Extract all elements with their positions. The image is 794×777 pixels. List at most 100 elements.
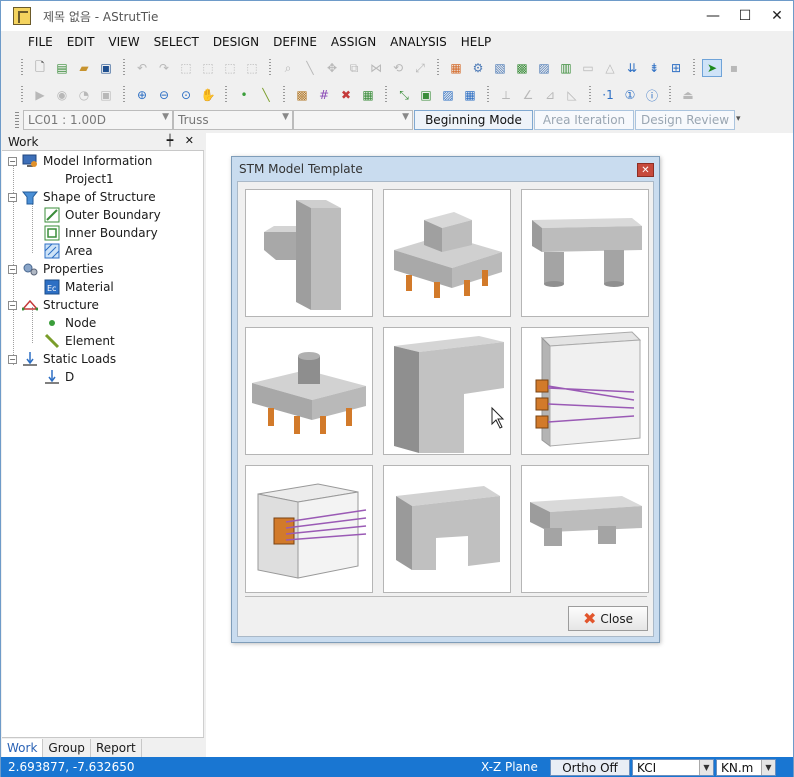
collapse-icon[interactable]: − (8, 156, 17, 166)
third-select[interactable]: ▼ (293, 110, 413, 130)
rotate-icon[interactable]: ⟲ (388, 59, 408, 77)
template-anchor-block[interactable] (245, 465, 373, 593)
support-icon[interactable]: △ (600, 59, 620, 77)
inner-boundary-tool-icon[interactable]: ▣ (416, 86, 436, 104)
close-window-button[interactable]: ✕ (761, 1, 793, 31)
menu-help[interactable]: HELP (454, 35, 499, 49)
tab-work[interactable]: Work (2, 738, 44, 757)
section-icon[interactable]: ▨ (534, 59, 554, 77)
tree-item-properties[interactable]: − Properties (8, 260, 104, 278)
node-number-icon[interactable]: ·1 (598, 86, 618, 104)
menu-define[interactable]: DEFINE (266, 35, 324, 49)
template-anchorage-zone[interactable] (521, 327, 649, 455)
measure-icon[interactable]: ⊿ (540, 86, 560, 104)
delete-mesh-icon[interactable]: ✖ (336, 86, 356, 104)
element-number-icon[interactable]: ① (620, 86, 640, 104)
tab-report[interactable]: Report (91, 738, 142, 757)
menu-analysis[interactable]: ANALYSIS (383, 35, 454, 49)
tree-item-static-loads[interactable]: − Static Loads (8, 350, 116, 368)
template-pile-cap-column[interactable] (245, 327, 373, 455)
model-type-select[interactable]: Truss ▼ (173, 110, 293, 130)
info-icon[interactable]: ⓘ (642, 86, 662, 104)
template-l-joint[interactable] (383, 327, 511, 455)
grid-icon[interactable]: ⊞ (666, 59, 686, 77)
triangle-icon[interactable]: ◺ (562, 86, 582, 104)
material-db-icon[interactable]: ▩ (512, 59, 532, 77)
settings-gear-icon[interactable]: ⚙ (468, 59, 488, 77)
redo-icon[interactable]: ↷ (154, 59, 174, 77)
select-window-icon[interactable]: ⬚ (176, 59, 196, 77)
menu-select[interactable]: SELECT (147, 35, 206, 49)
new-file-icon[interactable]: 🗋 (30, 59, 50, 77)
undo-icon[interactable]: ↶ (132, 59, 152, 77)
truss-gen-icon[interactable]: ▥ (556, 59, 576, 77)
toolbar-grip[interactable] (19, 86, 25, 104)
node-draw-icon[interactable]: • (234, 86, 254, 104)
angle-icon[interactable]: ∠ (518, 86, 538, 104)
select-all-icon[interactable]: ⬚ (242, 59, 262, 77)
area-tool-icon[interactable]: ▨ (438, 86, 458, 104)
tree-item-inner-boundary[interactable]: Inner Boundary (44, 224, 158, 242)
save-icon[interactable]: ▣ (96, 59, 116, 77)
select-box-icon[interactable]: ⬚ (220, 59, 240, 77)
run-analysis-icon[interactable]: ▶ (30, 86, 50, 104)
check-icon[interactable]: ◉ (52, 86, 72, 104)
combo-grip[interactable] (15, 112, 19, 128)
toolbar-grip[interactable] (19, 59, 25, 77)
load-case-select[interactable]: LC01 : 1.00D ▼ (23, 110, 173, 130)
template-twin-pier-cap[interactable] (521, 465, 649, 593)
element-draw-icon[interactable]: ╲ (256, 86, 276, 104)
pointer-select-icon[interactable]: ➤ (702, 59, 722, 77)
area-grid-icon[interactable]: ▦ (460, 86, 480, 104)
tree-item-project1[interactable]: Project1 (65, 170, 114, 188)
draw-line-icon[interactable]: ╲ (300, 59, 320, 77)
outer-boundary-tool-icon[interactable]: ⤡ (394, 86, 414, 104)
tree-item-shape-of-structure[interactable]: − Shape of Structure (8, 188, 156, 206)
zoom-out-icon[interactable]: ⊖ (154, 86, 174, 104)
pin-icon[interactable]: ┿ (167, 134, 174, 147)
collapse-icon[interactable]: − (8, 354, 17, 364)
area-iteration-button[interactable]: Area Iteration (534, 110, 634, 130)
template-corbel[interactable] (245, 189, 373, 317)
move-icon[interactable]: ✥ (322, 59, 342, 77)
dimension-icon[interactable]: ⟂ (496, 86, 516, 104)
pointer-more-icon[interactable]: ▪ (724, 59, 744, 77)
template-deep-beam-opening[interactable] (383, 465, 511, 593)
result-icon[interactable]: ◔ (74, 86, 94, 104)
open-folder-icon[interactable]: ▰ (74, 59, 94, 77)
hatch-icon[interactable]: # (314, 86, 334, 104)
panel-close-icon[interactable]: ✕ (185, 134, 194, 147)
tree-item-structure[interactable]: − Structure (8, 296, 99, 314)
view-3d-icon[interactable]: ▣ (96, 86, 116, 104)
tree-item-outer-boundary[interactable]: Outer Boundary (44, 206, 161, 224)
maximize-button[interactable]: ☐ (729, 1, 761, 31)
mirror-icon[interactable]: ⋈ (366, 59, 386, 77)
select-cross-icon[interactable]: ⬚ (198, 59, 218, 77)
menu-edit[interactable]: EDIT (60, 35, 102, 49)
design-code-select[interactable]: KCI ▼ (632, 759, 714, 776)
close-button[interactable]: ✖ Close (568, 606, 648, 631)
model-info-icon[interactable]: ▦ (446, 59, 466, 77)
menu-assign[interactable]: ASSIGN (324, 35, 383, 49)
design-review-button[interactable]: Design Review (635, 110, 735, 130)
tree-item-material[interactable]: Ec Material (44, 278, 114, 296)
units-select[interactable]: KN.m ▼ (716, 759, 776, 776)
mesh-check-icon[interactable]: ▦ (358, 86, 378, 104)
menu-view[interactable]: VIEW (101, 35, 146, 49)
boundary-icon[interactable]: ▭ (578, 59, 598, 77)
tree-item-load-d[interactable]: D (44, 368, 74, 386)
zoom-fit-icon[interactable]: ⊙ (176, 86, 196, 104)
new-project-icon[interactable]: ▤ (52, 59, 72, 77)
zoom-in-icon[interactable]: ⊕ (132, 86, 152, 104)
collapse-icon[interactable]: − (8, 264, 17, 274)
distributed-load-icon[interactable]: ⇟ (644, 59, 664, 77)
tab-group[interactable]: Group (43, 738, 91, 757)
collapse-icon[interactable]: − (8, 300, 17, 310)
ortho-toggle[interactable]: Ortho Off (550, 759, 630, 776)
mesh-icon[interactable]: ▩ (292, 86, 312, 104)
copy-icon[interactable]: ⧉ (344, 59, 364, 77)
tree-item-element[interactable]: Element (44, 332, 115, 350)
find-icon[interactable]: ⌕ (278, 59, 298, 77)
tree-item-node[interactable]: Node (44, 314, 96, 332)
toolbar-overflow-icon[interactable]: ▾ (736, 114, 741, 124)
